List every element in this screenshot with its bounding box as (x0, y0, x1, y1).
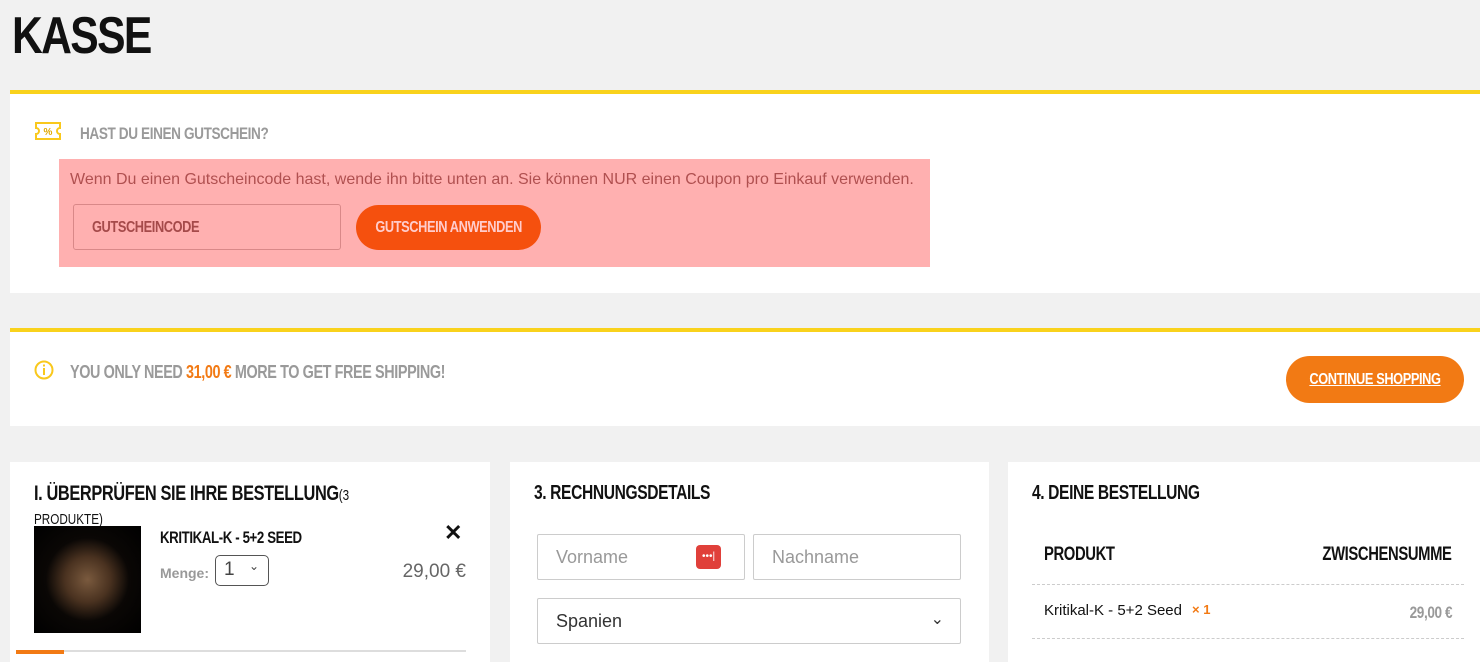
order-summary-section: 4. DEINE BESTELLUNG PRODUKT ZWISCHENSUMM… (1008, 462, 1480, 662)
quantity-value: 1 (224, 559, 235, 580)
order-row-subtotal: 29,00 € (1409, 603, 1452, 622)
billing-section: 3. RECHNUNGSDETAILS Vorname •••| Nachname… (510, 462, 989, 662)
order-row-qty: × 1 (1192, 602, 1211, 617)
quantity-label: Menge: (160, 565, 209, 581)
order-row: Kritikal-K - 5+2 Seed × 1 29,00 € (1032, 585, 1464, 639)
product-image (34, 526, 141, 633)
first-name-input[interactable]: Vorname •••| (537, 534, 745, 580)
item-price: 29,00 € (402, 561, 466, 582)
country-value: Spanien (556, 611, 623, 631)
coupon-code-input[interactable]: GUTSCHEINCODE (73, 204, 341, 250)
chevron-down-icon: ⌄ (930, 611, 944, 628)
shipping-panel: YOU ONLY NEED 31,00 € MORE TO GET FREE S… (10, 328, 1480, 426)
chevron-down-icon: ⌄ (248, 559, 259, 573)
order-title: 4. DEINE BESTELLUNG (1032, 482, 1200, 504)
column-product: PRODUKT (1044, 544, 1115, 565)
coupon-notice: Wenn Du einen Gutscheincode hast, wende … (59, 159, 930, 267)
last-name-input[interactable]: Nachname (753, 534, 961, 580)
coupon-placeholder: GUTSCHEINCODE (92, 219, 200, 236)
password-manager-icon[interactable]: •••| (696, 545, 721, 569)
coupon-icon: % (35, 122, 61, 140)
quantity-select[interactable]: 1 ⌄ (215, 555, 269, 586)
billing-title: 3. RECHNUNGSDETAILS (534, 482, 711, 504)
column-subtotal: ZWISCHENSUMME (1322, 544, 1453, 565)
apply-coupon-label: GUTSCHEIN ANWENDEN (375, 219, 522, 236)
coupon-panel: % HAST DU EINEN GUTSCHEIN? Wenn Du einen… (10, 90, 1480, 293)
free-shipping-text: YOU ONLY NEED 31,00 € MORE TO GET FREE S… (70, 362, 445, 383)
shipping-suffix: MORE TO GET FREE SHIPPING! (234, 362, 446, 382)
continue-shopping-label: CONTINUE SHOPPING (1309, 371, 1441, 388)
page-title: KASSE (12, 7, 152, 65)
apply-coupon-button[interactable]: GUTSCHEIN ANWENDEN (356, 205, 541, 250)
product-name: KRITIKAL-K - 5+2 SEED (160, 528, 302, 547)
review-order-section: I. ÜBERPRÜFEN SIE IHRE BESTELLUNG(3 PROD… (10, 462, 490, 662)
last-name-placeholder: Nachname (772, 547, 860, 567)
info-icon (34, 360, 54, 380)
review-title: I. ÜBERPRÜFEN SIE IHRE BESTELLUNG(3 PROD… (34, 482, 390, 530)
remove-item-icon[interactable]: ✕ (444, 520, 462, 546)
review-title-text: I. ÜBERPRÜFEN SIE IHRE BESTELLUNG (34, 482, 339, 505)
shipping-amount: 31,00 € (186, 362, 232, 382)
country-select[interactable]: Spanien ⌄ (537, 598, 961, 644)
coupon-notice-text: Wenn Du einen Gutscheincode hast, wende … (70, 171, 914, 188)
coupon-title: HAST DU EINEN GUTSCHEIN? (80, 124, 269, 143)
order-row-name: Kritikal-K - 5+2 Seed (1044, 602, 1182, 619)
continue-shopping-button[interactable]: CONTINUE SHOPPING (1286, 356, 1464, 403)
progress-bar (16, 650, 466, 654)
shipping-prefix: YOU ONLY NEED (70, 362, 183, 382)
first-name-placeholder: Vorname (556, 547, 629, 567)
svg-text:%: % (44, 127, 53, 138)
